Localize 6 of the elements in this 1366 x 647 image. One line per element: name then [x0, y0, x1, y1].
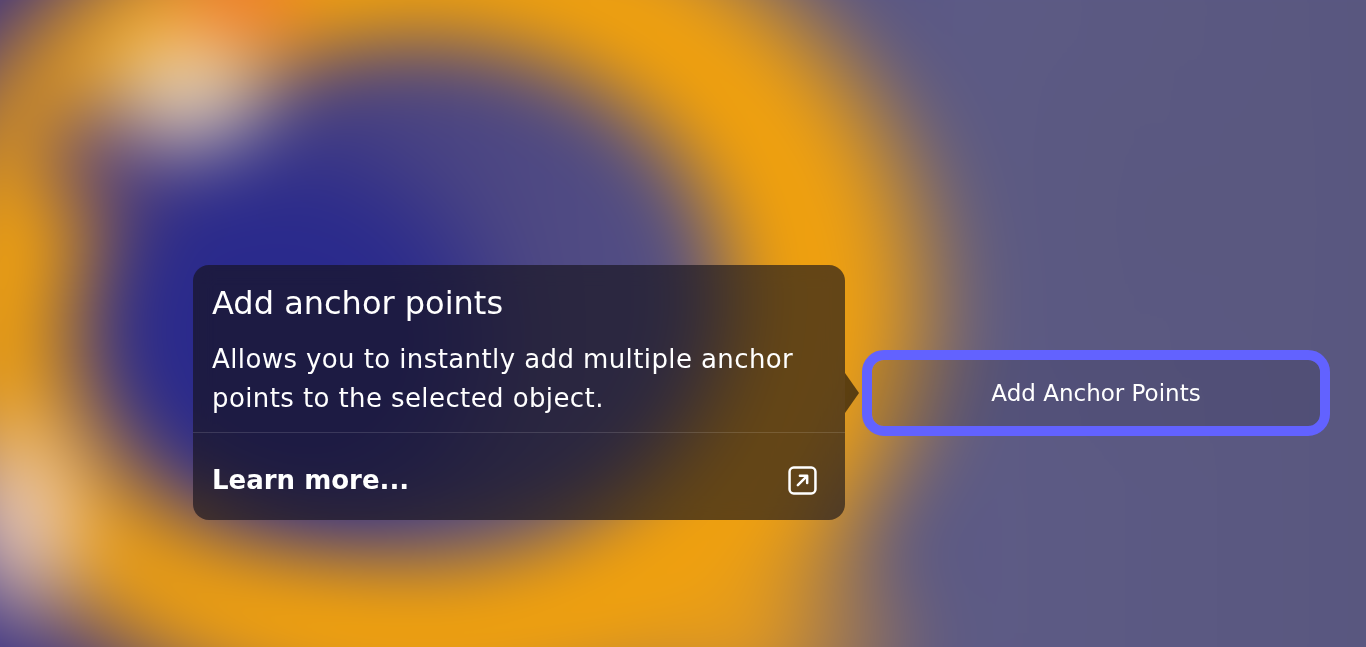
tooltip-title: Add anchor points — [212, 283, 505, 323]
add-anchor-points-button[interactable]: Add Anchor Points — [862, 349, 1330, 436]
learn-more-link[interactable]: Learn more... — [193, 433, 845, 520]
tooltip-description: Allows you to instantly add multiple anchor points to the selected object. — [212, 343, 795, 415]
external-link-icon — [788, 466, 817, 495]
tooltip-pointer — [845, 372, 859, 413]
